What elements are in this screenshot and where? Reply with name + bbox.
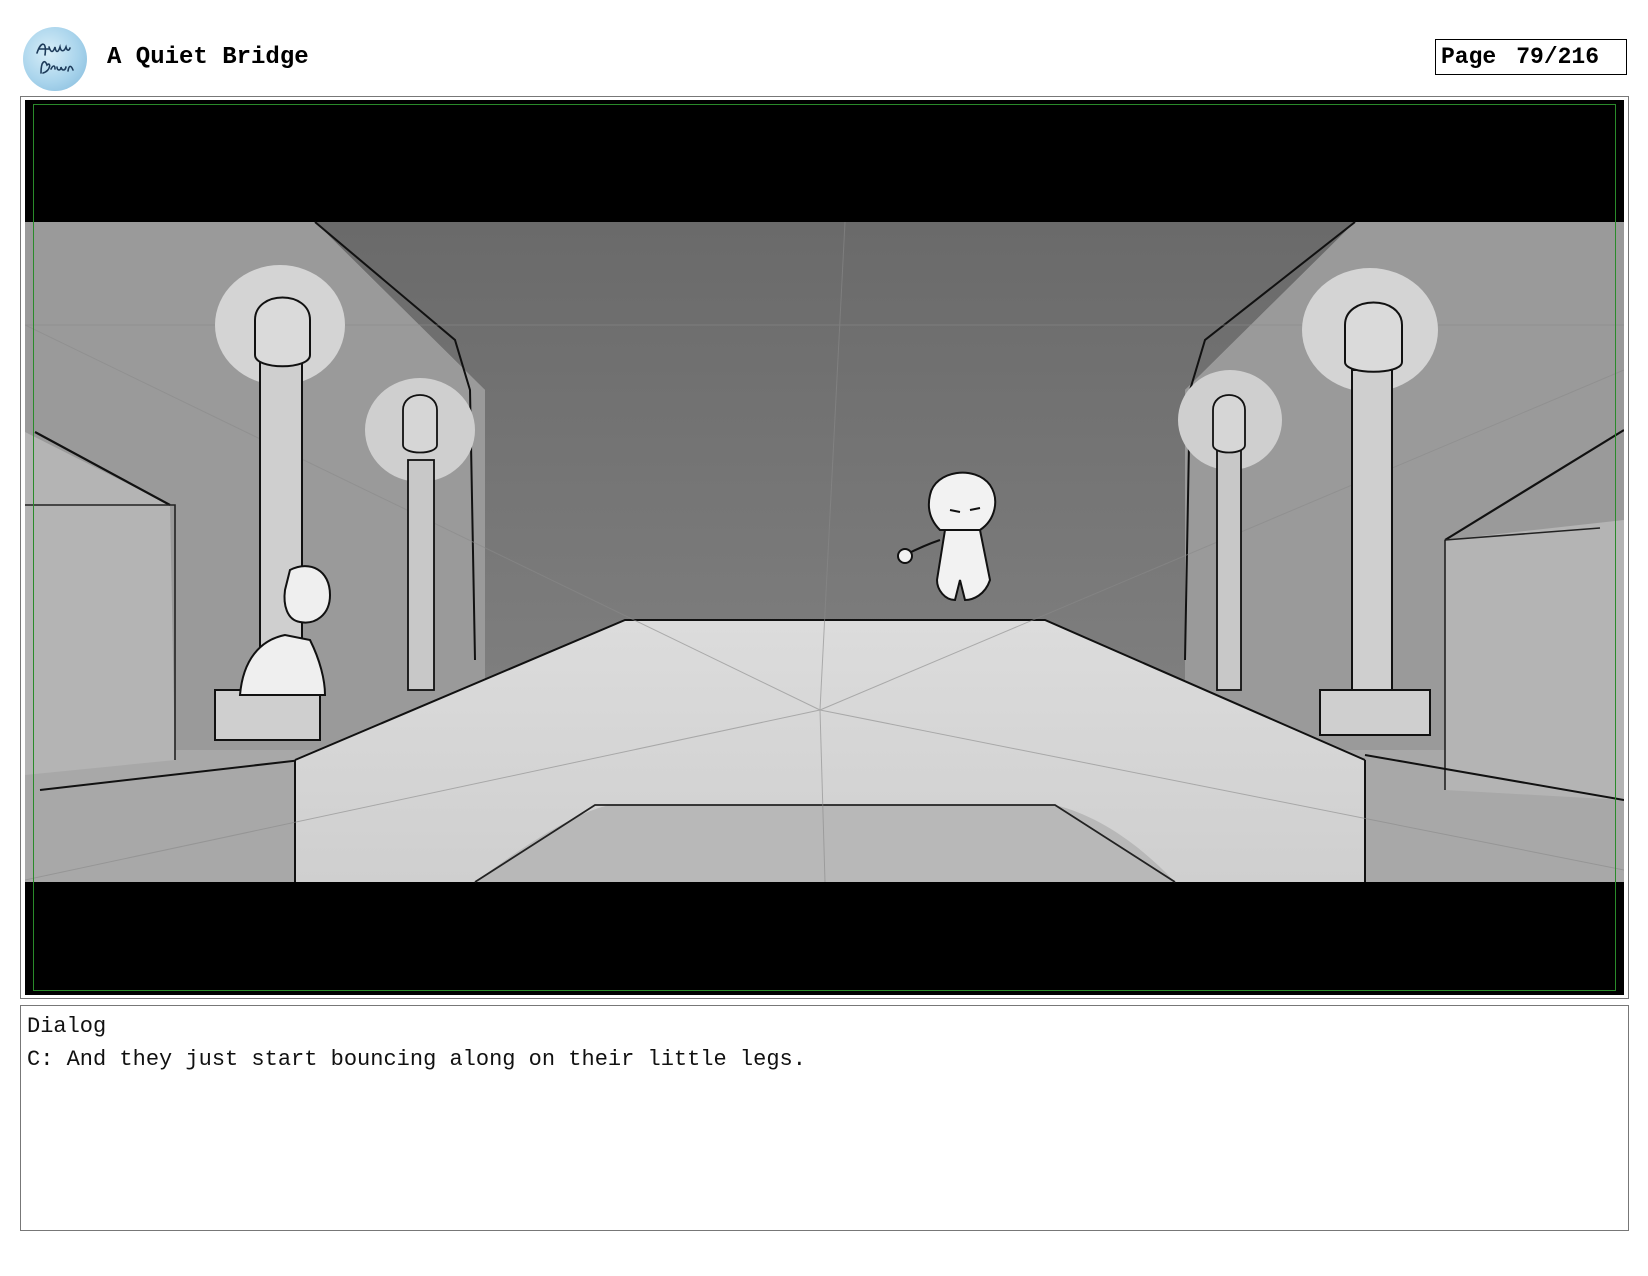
page-indicator: Page 79/216 bbox=[1435, 39, 1627, 75]
bridge-scene-sketch-icon bbox=[25, 100, 1624, 995]
page-label: Page bbox=[1441, 44, 1497, 70]
storyboard-panel-image bbox=[25, 100, 1624, 995]
artist-logo-icon bbox=[23, 27, 87, 91]
dialog-box: Dialog C: And they just start bouncing a… bbox=[20, 1005, 1629, 1231]
storyboard-title: A Quiet Bridge bbox=[107, 44, 309, 71]
logo-signature-icon bbox=[36, 43, 74, 74]
dialog-text: C: And they just start bouncing along on… bbox=[27, 1047, 806, 1072]
dialog-label: Dialog bbox=[27, 1014, 107, 1039]
page-number: 79/216 bbox=[1516, 44, 1600, 70]
